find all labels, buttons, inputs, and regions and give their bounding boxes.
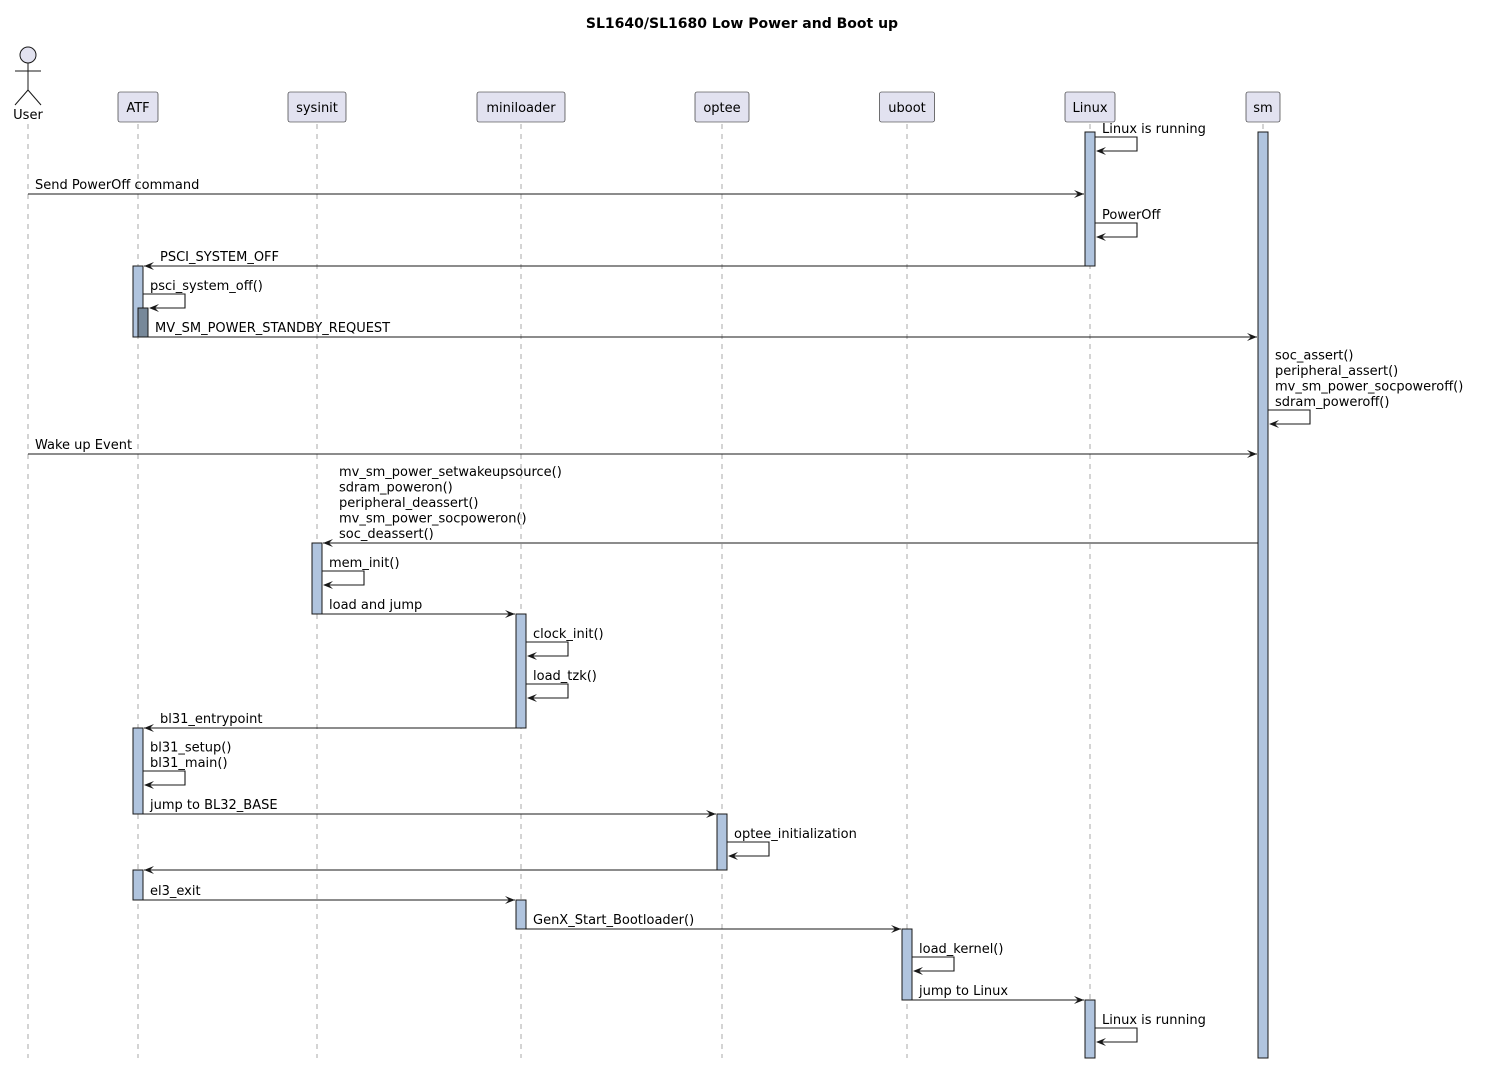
- message-22: jump to Linux: [912, 984, 1084, 1004]
- activation-bar-atf: [132, 869, 144, 901]
- message-label: bl31_setup(): [150, 741, 231, 756]
- message-7: soc_assert()peripheral_assert()mv_sm_pow…: [1268, 349, 1463, 428]
- message-label: mem_init(): [329, 556, 400, 571]
- message-10: mem_init(): [322, 556, 400, 589]
- message-17: optee_initialization: [727, 827, 857, 860]
- participant-label-sm: sm: [1253, 101, 1272, 116]
- message-label: peripheral_deassert(): [339, 496, 478, 511]
- participant-label-atf: ATF: [126, 101, 149, 116]
- activation-bars: [132, 131, 1269, 1059]
- message-label: jump to BL32_BASE: [149, 798, 278, 813]
- message-5: psci_system_off(): [143, 279, 263, 312]
- activation-bar-miniloader: [515, 613, 527, 729]
- participant-label-user: User: [13, 108, 43, 123]
- message-19: el3_exit: [143, 884, 515, 904]
- message-16: jump to BL32_BASE: [143, 798, 716, 818]
- message-label: el3_exit: [150, 884, 201, 899]
- message-8: Wake up Event: [28, 438, 1257, 458]
- participant-headers: User ATF sysinit miniloader optee uboot Linux s…: [13, 46, 1281, 123]
- message-13: load_tzk(): [526, 669, 597, 702]
- message-label: bl31_main(): [150, 756, 228, 771]
- participant-label-uboot: uboot: [888, 101, 926, 116]
- message-3: PowerOff: [1095, 208, 1162, 241]
- message-20: GenX_Start_Bootloader(): [526, 913, 901, 933]
- message-label: soc_deassert(): [339, 527, 434, 542]
- message-label: mv_sm_power_setwakeupsource(): [339, 465, 562, 480]
- diagram-title: SL1640/SL1680 Low Power and Boot up: [586, 16, 898, 32]
- message-label: PSCI_SYSTEM_OFF: [160, 250, 279, 265]
- message-label: mv_sm_power_socpoweron(): [339, 512, 527, 527]
- message-label: clock_init(): [533, 627, 604, 642]
- message-label: optee_initialization: [734, 827, 857, 842]
- message-label: bl31_entrypoint: [160, 712, 262, 727]
- activation-bar-uboot: [901, 928, 913, 1001]
- message-11: load and jump: [322, 598, 515, 618]
- actor-user-icon: [14, 46, 42, 106]
- activation-bar-linux: [1084, 999, 1096, 1059]
- message-label: sdram_poweroff(): [1275, 395, 1389, 410]
- message-label: Linux is running: [1102, 122, 1206, 137]
- message-23: Linux is running: [1095, 1013, 1206, 1046]
- activation-bar-optee: [716, 813, 728, 871]
- message-label: sdram_poweron(): [339, 481, 453, 496]
- message-2: Send PowerOff command: [28, 178, 1084, 198]
- participant-label-sysinit: sysinit: [296, 101, 338, 116]
- message-label: Wake up Event: [35, 438, 132, 453]
- message-4: PSCI_SYSTEM_OFF: [144, 250, 1085, 270]
- messages: Linux is running Send PowerOff command Pow…: [28, 122, 1463, 1046]
- activation-bar-atf: [137, 307, 149, 338]
- message-label: jump to Linux: [918, 984, 1008, 999]
- message-18: [144, 866, 717, 874]
- participant-label-linux: Linux: [1072, 101, 1107, 116]
- activation-bar-linux: [1084, 131, 1096, 267]
- message-label: load and jump: [329, 598, 422, 613]
- activation-bar-atf: [132, 727, 144, 815]
- message-label: load_tzk(): [533, 669, 597, 684]
- message-15: bl31_setup()bl31_main(): [143, 741, 231, 789]
- activation-bar-sm: [1257, 131, 1269, 1059]
- participant-label-optee: optee: [703, 101, 740, 116]
- participant-label-miniloader: miniloader: [486, 101, 556, 116]
- message-12: clock_init(): [526, 627, 604, 660]
- message-label: Send PowerOff command: [35, 178, 199, 193]
- message-14: bl31_entrypoint: [144, 712, 516, 732]
- message-1: Linux is running: [1095, 122, 1206, 155]
- message-21: load_kernel(): [912, 942, 1003, 975]
- message-label: psci_system_off(): [150, 279, 263, 294]
- activation-bar-miniloader: [515, 899, 527, 930]
- message-label: GenX_Start_Bootloader(): [533, 913, 694, 928]
- message-label: Linux is running: [1102, 1013, 1206, 1028]
- activation-bar-sysinit: [311, 542, 323, 615]
- message-label: peripheral_assert(): [1275, 364, 1398, 379]
- message-label: load_kernel(): [919, 942, 1003, 957]
- sequence-diagram: SL1640/SL1680 Low Power and Boot up User…: [13, 16, 1463, 1059]
- message-label: mv_sm_power_socpoweroff(): [1275, 380, 1463, 395]
- message-label: MV_SM_POWER_STANDBY_REQUEST: [155, 321, 390, 336]
- message-9: mv_sm_power_setwakeupsource()sdram_power…: [323, 465, 1258, 547]
- message-6: MV_SM_POWER_STANDBY_REQUEST: [148, 321, 1257, 341]
- message-label: soc_assert(): [1275, 349, 1353, 364]
- message-label: PowerOff: [1102, 208, 1162, 223]
